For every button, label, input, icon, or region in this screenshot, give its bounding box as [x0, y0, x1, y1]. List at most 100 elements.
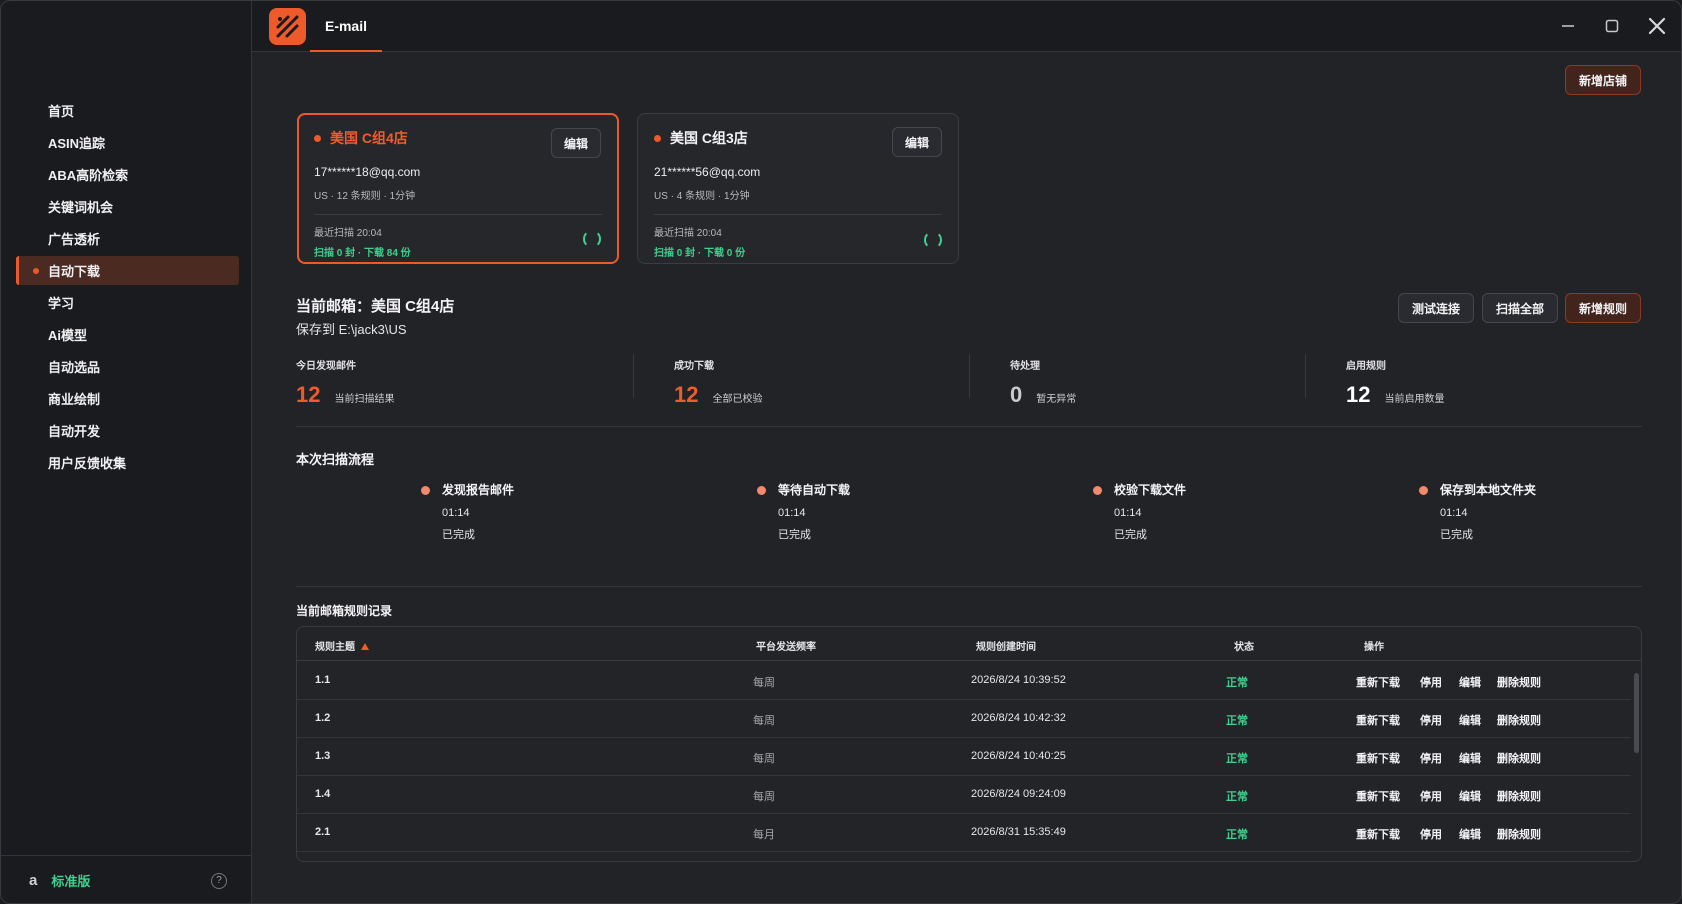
- add-store-button[interactable]: 新增店铺: [1565, 65, 1641, 95]
- close-icon[interactable]: [1646, 15, 1668, 37]
- store-meta: US · 4 条规则 · 1分钟: [654, 191, 750, 202]
- rule-created: 2026/8/31 15:35:49: [971, 826, 1066, 838]
- column-label: 规则主题: [315, 642, 355, 653]
- help-icon[interactable]: ?: [211, 872, 227, 889]
- rule-created: 2026/8/24 10:39:52: [971, 674, 1066, 686]
- delete-rule-button[interactable]: 删除规则: [1497, 712, 1541, 728]
- stat-enabled-rules: 启用规则 12 当前启用数量: [1346, 357, 1444, 409]
- sidebar-item-auto-download[interactable]: 自动下载: [16, 256, 239, 285]
- refresh-icon[interactable]: [583, 230, 601, 248]
- stat-desc: 暂无异常: [1036, 394, 1077, 405]
- redownload-button[interactable]: 重新下载: [1356, 674, 1400, 690]
- edit-rule-button[interactable]: 编辑: [1459, 750, 1481, 766]
- sidebar-item-aba-search[interactable]: ABA高阶检索: [16, 160, 239, 189]
- sidebar-item-auto-selection[interactable]: 自动选品: [16, 352, 239, 381]
- edition-label[interactable]: 标准版: [51, 871, 211, 890]
- rules-title: 当前邮箱规则记录: [296, 604, 393, 618]
- rule-frequency: 每月: [753, 829, 775, 841]
- disable-button[interactable]: 停用: [1420, 674, 1442, 690]
- redownload-button[interactable]: 重新下载: [1356, 712, 1400, 728]
- table-scrollbar[interactable]: [1634, 673, 1640, 853]
- store-last-scan: 最近扫描 20:04: [654, 228, 722, 239]
- column-header-status[interactable]: 状态: [1234, 638, 1254, 653]
- disable-button[interactable]: 停用: [1420, 788, 1442, 804]
- minimize-icon[interactable]: [1557, 15, 1579, 37]
- refresh-icon[interactable]: [924, 231, 942, 249]
- table-row: 1.4 每周 2026/8/24 09:24:09 正常 重新下载 停用 编辑 …: [297, 776, 1631, 814]
- sidebar-item-ai-model[interactable]: Ai模型: [16, 320, 239, 349]
- add-rule-button[interactable]: 新增规则: [1565, 293, 1641, 323]
- sidebar-item-label: 关键词机会: [48, 200, 114, 215]
- sidebar-item-label: 广告透析: [48, 232, 101, 247]
- disable-button[interactable]: 停用: [1420, 750, 1442, 766]
- sidebar-item-keyword-opportunity[interactable]: 关键词机会: [16, 192, 239, 221]
- redownload-button[interactable]: 重新下载: [1356, 826, 1400, 842]
- edit-store-button[interactable]: 编辑: [551, 128, 601, 158]
- redownload-button[interactable]: 重新下载: [1356, 750, 1400, 766]
- sidebar-item-ad-analysis[interactable]: 广告透析: [16, 224, 239, 253]
- step-time: 01:14: [778, 507, 806, 519]
- column-header-created[interactable]: 规则创建时间: [976, 638, 1036, 653]
- table-row: 1.1 每周 2026/8/24 10:39:52 正常 重新下载 停用 编辑 …: [297, 662, 1631, 700]
- stat-label: 待处理: [1010, 361, 1040, 372]
- edit-rule-button[interactable]: 编辑: [1459, 788, 1481, 804]
- delete-rule-button[interactable]: 删除规则: [1497, 826, 1541, 842]
- disable-button[interactable]: 停用: [1420, 826, 1442, 842]
- sidebar-item-label: 自动下载: [48, 264, 101, 279]
- scrollbar-thumb[interactable]: [1634, 673, 1639, 753]
- rule-status: 正常: [1226, 753, 1248, 765]
- delete-rule-button[interactable]: 删除规则: [1497, 788, 1541, 804]
- step-name: 校验下载文件: [1114, 483, 1187, 497]
- tab-email[interactable]: E-mail: [310, 1, 382, 52]
- stat-desc: 全部已校验: [712, 394, 763, 405]
- store-name: 美国 C组3店: [670, 130, 748, 146]
- rule-topic: 1.1: [315, 674, 331, 686]
- scan-all-button[interactable]: 扫描全部: [1482, 293, 1558, 323]
- step-name: 发现报告邮件: [442, 483, 515, 497]
- sidebar-item-auto-develop[interactable]: 自动开发: [16, 416, 239, 445]
- stat-desc: 当前启用数量: [1384, 394, 1445, 405]
- step-status: 已完成: [1440, 529, 1473, 541]
- store-scan-stats: 扫描 0 封 · 下载 0 份: [654, 248, 746, 259]
- sidebar-item-learning[interactable]: 学习: [16, 288, 239, 317]
- sidebar-item-business-drawing[interactable]: 商业绘制: [16, 384, 239, 413]
- sidebar-item-home[interactable]: 首页: [16, 96, 239, 125]
- store-scan-stats: 扫描 0 封 · 下载 84 份: [314, 248, 411, 259]
- redownload-button[interactable]: 重新下载: [1356, 788, 1400, 804]
- edit-rule-button[interactable]: 编辑: [1459, 826, 1481, 842]
- step-dot-icon: [1419, 486, 1428, 495]
- status-dot-icon: [314, 134, 321, 142]
- sidebar-item-label: Ai模型: [48, 328, 88, 343]
- sidebar-item-asin-tracking[interactable]: ASIN追踪: [16, 128, 239, 157]
- column-header-frequency[interactable]: 平台发送频率: [756, 638, 816, 653]
- app-logo-icon: [269, 8, 306, 45]
- rule-topic: 2.1: [315, 826, 331, 838]
- test-connection-button[interactable]: 测试连接: [1398, 293, 1474, 323]
- store-email: 17******18@qq.com: [314, 165, 421, 179]
- maximize-icon[interactable]: [1601, 15, 1623, 37]
- edit-store-button[interactable]: 编辑: [892, 127, 942, 157]
- disable-button[interactable]: 停用: [1420, 712, 1442, 728]
- store-card[interactable]: 美国 C组4店 编辑 17******18@qq.com US · 12 条规则…: [297, 113, 619, 264]
- flow-step: 校验下载文件 01:14 已完成: [1093, 481, 1187, 542]
- rule-topic: 1.3: [315, 750, 331, 762]
- table-row: 2.1 每月 2026/8/31 15:35:49 正常 重新下载 停用 编辑 …: [297, 814, 1631, 852]
- sidebar-item-feedback[interactable]: 用户反馈收集: [16, 448, 239, 477]
- sidebar-nav: 首页 ASIN追踪 ABA高阶检索 关键词机会 广告透析 自动下载 学习 Ai模…: [16, 96, 239, 480]
- status-dot-icon: [654, 134, 661, 142]
- amazon-icon: a: [29, 872, 38, 889]
- sort-asc-icon[interactable]: [361, 643, 369, 650]
- edit-rule-button[interactable]: 编辑: [1459, 674, 1481, 690]
- rule-frequency: 每周: [753, 677, 775, 689]
- edit-rule-button[interactable]: 编辑: [1459, 712, 1481, 728]
- rule-topic: 1.4: [315, 788, 331, 800]
- column-header-topic[interactable]: 规则主题: [315, 638, 369, 653]
- delete-rule-button[interactable]: 删除规则: [1497, 750, 1541, 766]
- store-card[interactable]: 美国 C组3店 编辑 21******56@qq.com US · 4 条规则 …: [637, 113, 959, 264]
- divider: [969, 354, 970, 398]
- app-window: 首页 ASIN追踪 ABA高阶检索 关键词机会 广告透析 自动下载 学习 Ai模…: [0, 0, 1682, 904]
- rule-created: 2026/8/24 10:42:32: [971, 712, 1066, 724]
- stat-value: 12: [296, 382, 321, 407]
- stat-value: 12: [674, 382, 699, 407]
- delete-rule-button[interactable]: 删除规则: [1497, 674, 1541, 690]
